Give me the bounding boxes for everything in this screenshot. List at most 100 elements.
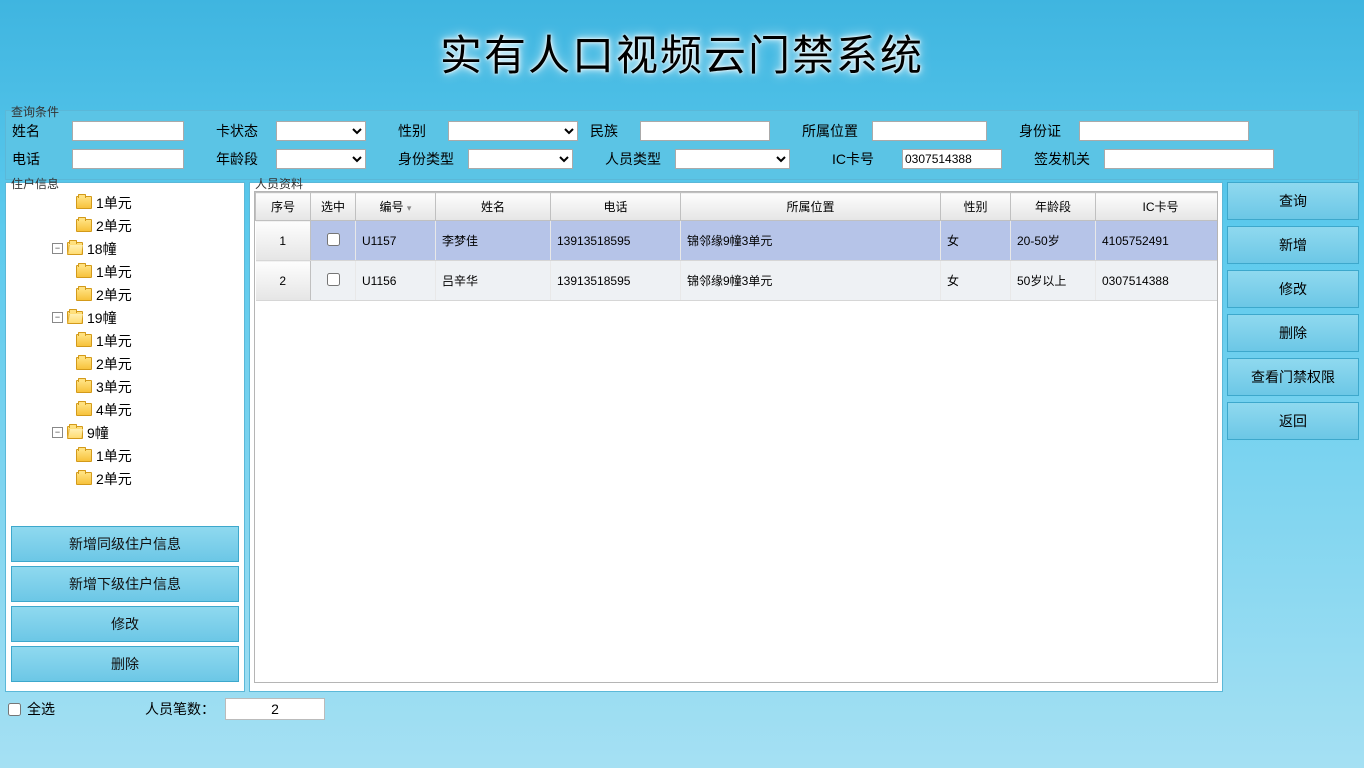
label-idtype: 身份类型 (398, 149, 468, 169)
tree-label: 2单元 (96, 469, 132, 489)
cell-sex: 女 (941, 261, 1011, 301)
th-name[interactable]: 姓名 (436, 193, 551, 221)
btn-tree-delete[interactable]: 删除 (11, 646, 239, 682)
folder-icon (76, 472, 92, 485)
checkbox-selectall[interactable] (8, 703, 21, 716)
cell-ic: 4105752491 (1096, 221, 1219, 261)
select-sex[interactable] (448, 121, 578, 141)
btn-add-sibling[interactable]: 新增同级住户信息 (11, 526, 239, 562)
label-location: 所属位置 (802, 121, 872, 141)
folder-icon (76, 334, 92, 347)
btn-query[interactable]: 查询 (1227, 182, 1359, 220)
cell-phone: 13913518595 (551, 261, 681, 301)
tree-node[interactable]: − 9幢 (6, 421, 244, 444)
th-age[interactable]: 年龄段 (1011, 193, 1096, 221)
th-sex[interactable]: 性别 (941, 193, 1011, 221)
btn-view-perm[interactable]: 查看门禁权限 (1227, 358, 1359, 396)
tree-node[interactable]: 1单元 (6, 191, 244, 214)
tree-label: 9幢 (87, 423, 109, 443)
tree-label: 18幢 (87, 239, 117, 259)
action-panel: 查询 新增 修改 删除 查看门禁权限 返回 (1227, 182, 1359, 692)
input-ethnic[interactable] (640, 121, 770, 141)
tree-node[interactable]: 2单元 (6, 214, 244, 237)
th-id[interactable]: 编号 ▾ (356, 193, 436, 221)
row-checkbox[interactable] (327, 273, 340, 286)
btn-delete[interactable]: 删除 (1227, 314, 1359, 352)
input-name[interactable] (72, 121, 184, 141)
person-legend: 人员资料 (255, 175, 303, 192)
btn-edit[interactable]: 修改 (1227, 270, 1359, 308)
tree-node[interactable]: 3单元 (6, 375, 244, 398)
table-row[interactable]: 1U1157李梦佳13913518595锦邻缘9幢3单元女20-50岁41057… (256, 221, 1219, 261)
filter-panel: 查询条件 姓名 卡状态 性别 民族 所属位置 身份证 电话 年龄段 身份类型 人… (5, 110, 1359, 180)
input-idnum[interactable] (1079, 121, 1249, 141)
cell-phone: 13913518595 (551, 221, 681, 261)
label-selectall: 全选 (27, 699, 55, 719)
folder-icon (76, 380, 92, 393)
th-sel[interactable]: 选中 (311, 193, 356, 221)
folder-icon (76, 265, 92, 278)
tree-label: 1单元 (96, 262, 132, 282)
label-iccard: IC卡号 (832, 149, 902, 169)
folder-icon (76, 357, 92, 370)
input-location[interactable] (872, 121, 987, 141)
tree-node[interactable]: − 19幢 (6, 306, 244, 329)
label-cardstate: 卡状态 (216, 121, 276, 141)
folder-icon (67, 242, 83, 255)
cell-age: 50岁以上 (1011, 261, 1096, 301)
th-phone[interactable]: 电话 (551, 193, 681, 221)
person-table: 序号 选中 编号 ▾ 姓名 电话 所属位置 性别 年龄段 IC卡号 1 U1157… (255, 192, 1218, 301)
th-loc[interactable]: 所属位置 (681, 193, 941, 221)
residence-panel: 住户信息 1单元2单元−18幢1单元2单元−19幢1单元2单元3单元4单元−9幢… (5, 182, 245, 692)
label-issuer: 签发机关 (1034, 149, 1104, 169)
input-iccard[interactable] (902, 149, 1002, 169)
tree-node[interactable]: 1单元 (6, 444, 244, 467)
folder-icon (76, 196, 92, 209)
tree-node[interactable]: 1单元 (6, 260, 244, 283)
tree-node[interactable]: 4单元 (6, 398, 244, 421)
cell-id: U1157 (356, 221, 436, 261)
tree-node[interactable]: 2单元 (6, 467, 244, 490)
tree-node[interactable]: 2单元 (6, 352, 244, 375)
cell-seq: 1 (256, 221, 311, 261)
select-idtype[interactable] (468, 149, 573, 169)
label-ptype: 人员类型 (605, 149, 675, 169)
btn-back[interactable]: 返回 (1227, 402, 1359, 440)
select-cardstate[interactable] (276, 121, 366, 141)
cell-name: 李梦佳 (436, 221, 551, 261)
residence-tree[interactable]: 1单元2单元−18幢1单元2单元−19幢1单元2单元3单元4单元−9幢1单元2单… (6, 191, 244, 516)
footer-bar: 全选 人员笔数： 2 (8, 698, 1356, 720)
input-phone[interactable] (72, 149, 184, 169)
input-issuer[interactable] (1104, 149, 1274, 169)
tree-label: 4单元 (96, 400, 132, 420)
tree-label: 1单元 (96, 446, 132, 466)
cell-loc: 锦邻缘9幢3单元 (681, 221, 941, 261)
cell-loc: 锦邻缘9幢3单元 (681, 261, 941, 301)
label-idnum: 身份证 (1019, 121, 1079, 141)
tree-node[interactable]: 1单元 (6, 329, 244, 352)
tree-label: 19幢 (87, 308, 117, 328)
tree-expander-icon[interactable]: − (52, 312, 63, 323)
tree-label: 3单元 (96, 377, 132, 397)
title-banner: 实有人口视频云门禁系统 (0, 0, 1364, 105)
select-agerange[interactable] (276, 149, 366, 169)
btn-add-child[interactable]: 新增下级住户信息 (11, 566, 239, 602)
select-ptype[interactable] (675, 149, 790, 169)
label-sex: 性别 (398, 121, 448, 141)
page-title: 实有人口视频云门禁系统 (440, 22, 924, 83)
btn-tree-edit[interactable]: 修改 (11, 606, 239, 642)
label-phone: 电话 (12, 149, 72, 169)
row-checkbox[interactable] (327, 233, 340, 246)
tree-expander-icon[interactable]: − (52, 427, 63, 438)
th-ic[interactable]: IC卡号 (1096, 193, 1219, 221)
tree-node[interactable]: − 18幢 (6, 237, 244, 260)
btn-add[interactable]: 新增 (1227, 226, 1359, 264)
tree-expander-icon[interactable]: − (52, 243, 63, 254)
table-row[interactable]: 2U1156吕辛华13913518595锦邻缘9幢3单元女50岁以上030751… (256, 261, 1219, 301)
tree-label: 1单元 (96, 331, 132, 351)
tree-node[interactable]: 2单元 (6, 283, 244, 306)
filter-legend: 查询条件 (11, 103, 59, 120)
tree-label: 1单元 (96, 193, 132, 213)
table-scroll[interactable]: 序号 选中 编号 ▾ 姓名 电话 所属位置 性别 年龄段 IC卡号 1 U1157… (254, 191, 1218, 683)
th-seq[interactable]: 序号 (256, 193, 311, 221)
